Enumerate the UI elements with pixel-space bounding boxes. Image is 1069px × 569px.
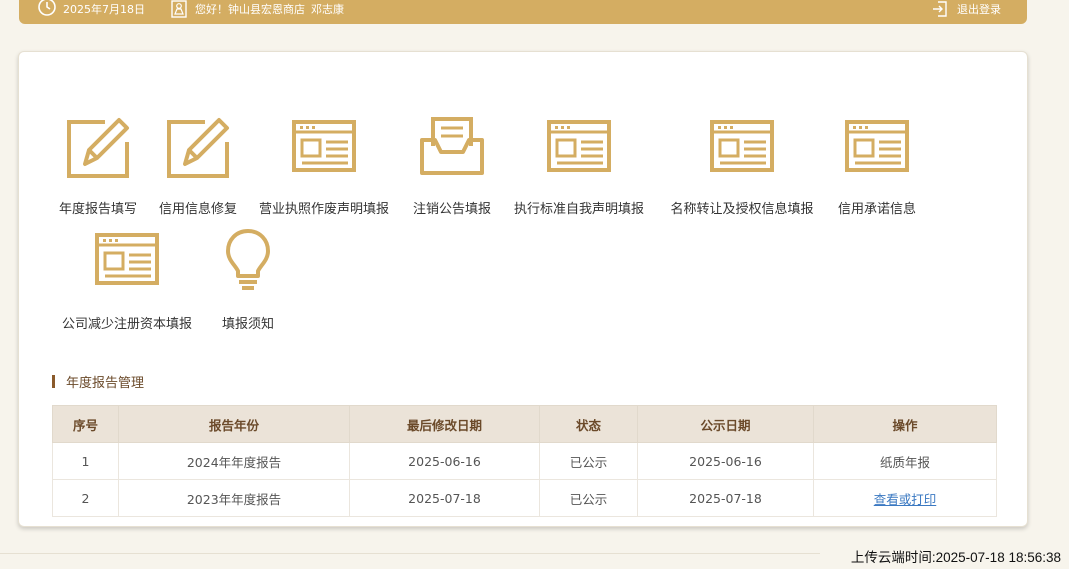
inbox-tray-icon [420,117,484,175]
main-card: 年度报告填写 信用信息修复 营业执照作废声明填报 注销公告填报 执行标准自我声明… [18,51,1028,527]
tile-credit-commitment[interactable]: 信用承诺信息 [838,120,916,217]
tile-capital-reduction[interactable]: 公司减少注册资本填报 [62,233,192,332]
tile-label: 注销公告填报 [412,202,492,217]
cell-index: 2 [52,479,119,517]
tile-name-transfer[interactable]: 名称转让及授权信息填报 [670,120,814,217]
edit-pencil-icon [167,118,229,178]
form-window-icon [547,120,611,172]
cell-year: 2024年年度报告 [118,442,350,480]
tile-annual-report[interactable]: 年度报告填写 [59,116,137,217]
section-title: 年度报告管理 [52,374,145,391]
cell-index: 1 [52,442,119,480]
tile-label: 营业执照作废声明填报 [258,202,390,217]
col-header-action: 操作 [813,405,997,443]
section-title-text: 年度报告管理 [66,375,145,391]
col-header-publish: 公示日期 [637,405,814,443]
cell-status: 已公示 [539,442,638,480]
user-name: 邓志康 [311,3,344,16]
col-header-year: 报告年份 [118,405,350,443]
cell-publish: 2025-06-16 [637,442,814,480]
tile-label: 年度报告填写 [58,202,138,217]
user-icon [171,0,187,18]
logout-label: 退出登录 [957,3,1001,16]
lightbulb-icon [226,229,270,290]
tile-label: 信用承诺信息 [837,202,917,217]
tile-cancel-notice[interactable]: 注销公告填报 [413,116,491,217]
upload-time: 上传云端时间:2025-07-18 18:56:38 [850,550,1061,565]
logout-button[interactable]: 退出登录 [931,0,1001,18]
form-window-icon [292,120,356,172]
cell-action-text: 纸质年报 [813,442,997,480]
tile-label: 填报须知 [221,317,275,332]
tile-license-void[interactable]: 营业执照作废声明填报 [259,120,389,217]
footer-divider [0,553,820,554]
form-window-icon [845,120,909,172]
cell-status: 已公示 [539,479,638,517]
col-header-index: 序号 [52,405,119,443]
clock-icon [38,0,56,16]
form-window-icon [710,120,774,172]
tile-label: 信用信息修复 [158,202,238,217]
view-print-link[interactable]: 查看或打印 [874,492,937,507]
col-header-status: 状态 [539,405,638,443]
top-bar: 2025年7月18日 您好！钟山县宏恩商店 邓志康 退出登录 [19,0,1027,24]
tile-standard-declaration[interactable]: 执行标准自我声明填报 [514,120,644,217]
edit-pencil-icon [67,118,129,178]
table-header-row: 序号 报告年份 最后修改日期 状态 公示日期 操作 [52,405,997,443]
table-row: 2 2023年年度报告 2025-07-18 已公示 2025-07-18 查看… [52,479,997,517]
tile-credit-repair[interactable]: 信用信息修复 [159,116,237,217]
greeting-text: 您好！钟山县宏恩商店 [195,3,305,16]
form-window-icon [95,233,159,285]
cell-publish: 2025-07-18 [637,479,814,517]
tile-label: 执行标准自我声明填报 [513,202,645,217]
logout-icon [933,1,947,17]
date-display: 2025年7月18日 [37,0,145,18]
date-text: 2025年7月18日 [63,3,145,16]
tile-label: 公司减少注册资本填报 [61,317,193,332]
table-row: 1 2024年年度报告 2025-06-16 已公示 2025-06-16 纸质… [52,442,997,480]
tile-filing-notice[interactable]: 填报须知 [222,228,274,332]
cell-modified: 2025-07-18 [349,479,540,517]
cell-action: 查看或打印 [813,479,997,517]
tile-label: 名称转让及授权信息填报 [670,202,814,217]
greeting: 您好！钟山县宏恩商店 邓志康 [171,0,344,18]
cell-year: 2023年年度报告 [118,479,350,517]
col-header-modified: 最后修改日期 [349,405,540,443]
section-marker [52,374,55,388]
annual-report-table: 序号 报告年份 最后修改日期 状态 公示日期 操作 1 2024年年度报告 20… [52,405,997,517]
cell-modified: 2025-06-16 [349,442,540,480]
